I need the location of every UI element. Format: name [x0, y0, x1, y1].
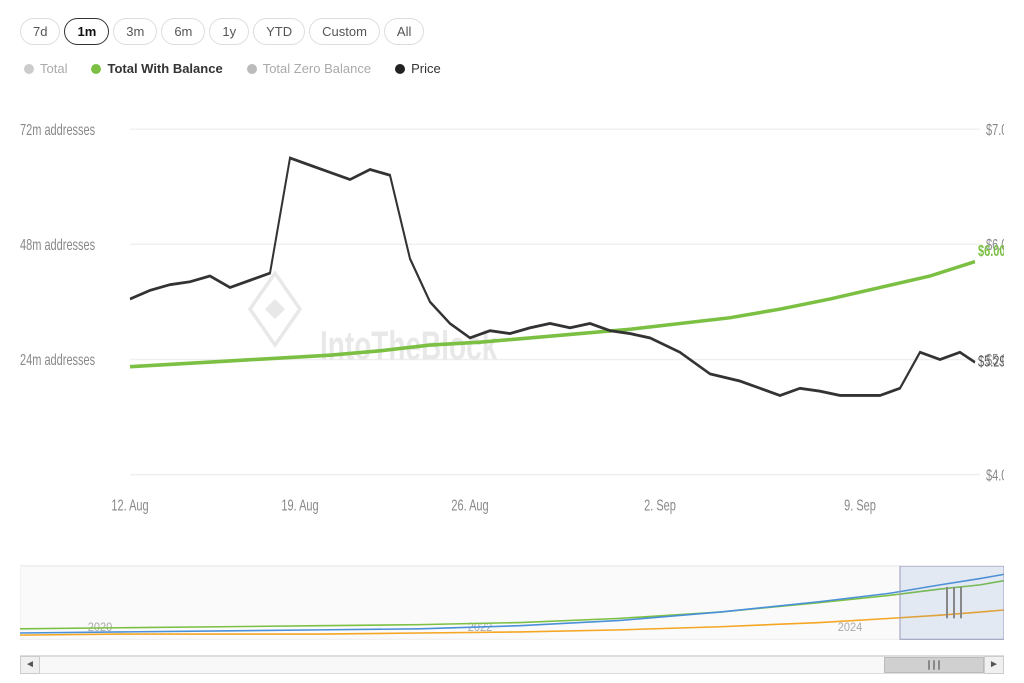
legend-label-total: Total — [40, 61, 67, 76]
x-label-sep2: 2. Sep — [644, 497, 676, 514]
legend-dot-total — [24, 64, 34, 74]
legend-dot-price — [395, 64, 405, 74]
legend-label-zero-balance: Total Zero Balance — [263, 61, 371, 76]
scrollbar: ◄ ► — [20, 655, 1004, 673]
grip-2 — [933, 660, 935, 670]
line-label-balance-end: $6.00 — [978, 242, 1004, 259]
legend-dot-total-balance — [91, 64, 101, 74]
watermark-icon-inner — [265, 299, 285, 319]
legend-label-total-balance: Total With Balance — [107, 61, 222, 76]
legend-price: Price — [395, 61, 441, 76]
time-range-bar: 7d 1m 3m 6m 1y YTD Custom All — [20, 18, 1004, 45]
grip-3 — [938, 660, 940, 670]
main-container: 7d 1m 3m 6m 1y YTD Custom All Total Tota… — [0, 0, 1024, 683]
x-label-aug19: 19. Aug — [281, 497, 318, 514]
legend-total: Total — [24, 61, 67, 76]
btn-3m[interactable]: 3m — [113, 18, 157, 45]
scroll-left-arrow[interactable]: ◄ — [20, 656, 40, 674]
nav-selection[interactable] — [900, 566, 1004, 639]
legend-total-balance: Total With Balance — [91, 61, 222, 76]
y-label-24m: 24m addresses — [20, 351, 95, 368]
btn-ytd[interactable]: YTD — [253, 18, 305, 45]
chart-wrapper: 72m addresses 48m addresses 24m addresse… — [20, 86, 1004, 673]
chart-legend: Total Total With Balance Total Zero Bala… — [20, 61, 1004, 76]
x-label-aug26: 26. Aug — [451, 497, 488, 514]
x-label-sep9: 9. Sep — [844, 497, 876, 514]
scroll-thumb[interactable] — [884, 657, 984, 673]
y-label-72m: 72m addresses — [20, 121, 95, 138]
btn-custom[interactable]: Custom — [309, 18, 380, 45]
line-label-price-end: $5.29 — [978, 353, 1004, 370]
grip-1 — [928, 660, 930, 670]
x-label-aug12: 12. Aug — [111, 497, 148, 514]
btn-1m[interactable]: 1m — [64, 18, 109, 45]
legend-label-price: Price — [411, 61, 441, 76]
legend-zero-balance: Total Zero Balance — [247, 61, 371, 76]
scroll-right-arrow[interactable]: ► — [984, 656, 1004, 674]
y-label-4: $4.00 — [986, 466, 1004, 483]
y-label-48m: 48m addresses — [20, 236, 95, 253]
btn-6m[interactable]: 6m — [161, 18, 205, 45]
navigator: 2020 2022 2024 — [20, 565, 1004, 655]
btn-all[interactable]: All — [384, 18, 424, 45]
btn-1y[interactable]: 1y — [209, 18, 249, 45]
navigator-svg: 2020 2022 2024 — [20, 566, 1004, 655]
main-chart: 72m addresses 48m addresses 24m addresse… — [20, 86, 1004, 561]
main-chart-svg: 72m addresses 48m addresses 24m addresse… — [20, 86, 1004, 561]
nav-year-2024: 2024 — [838, 622, 862, 634]
btn-7d[interactable]: 7d — [20, 18, 60, 45]
y-label-7: $7.00 — [986, 121, 1004, 138]
legend-dot-zero-balance — [247, 64, 257, 74]
scroll-track — [40, 656, 984, 674]
